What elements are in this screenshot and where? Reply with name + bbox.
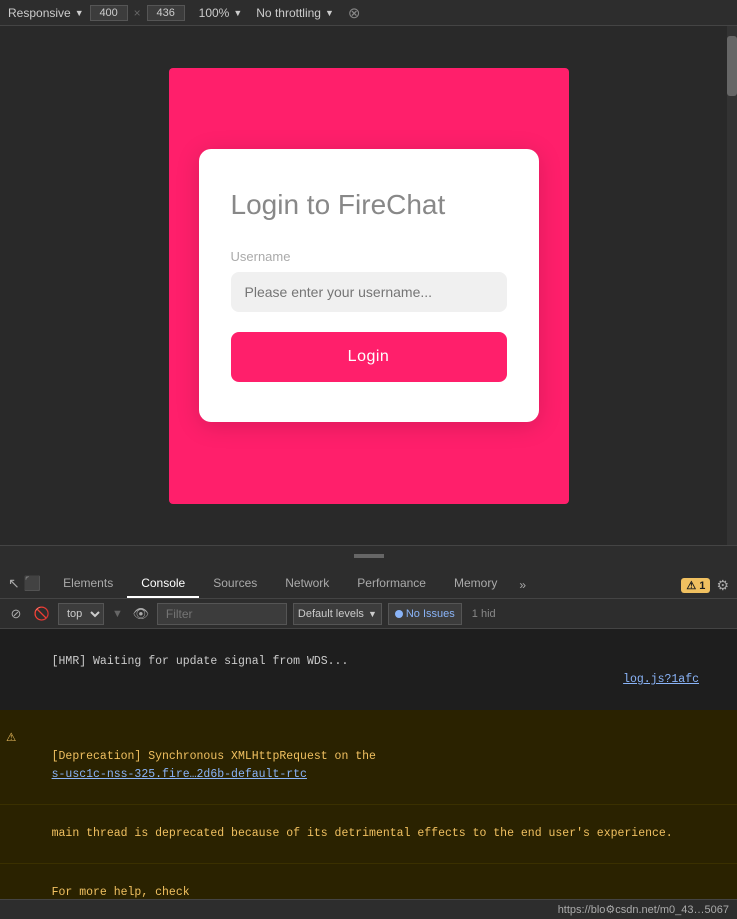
viewport-area: Login to FireChat Username Login <box>0 26 737 545</box>
cursor-icon[interactable]: ↖ <box>8 575 20 592</box>
levels-dropdown-icon: ▼ <box>368 609 377 619</box>
console-line-hmr: [HMR] Waiting for update signal from WDS… <box>0 633 737 710</box>
username-input[interactable] <box>231 272 507 312</box>
tab-more[interactable]: » <box>511 572 534 598</box>
no-issues-badge[interactable]: No Issues <box>388 603 462 625</box>
hide-count: 1 hid <box>472 608 496 620</box>
devtools-tabs: ↖ ⬛ Elements Console Sources Network Per… <box>0 565 737 599</box>
warning-triangle-icon: ⚠ <box>6 730 16 748</box>
responsive-dropdown-icon: ▼ <box>75 8 84 18</box>
login-card: Login to FireChat Username Login <box>199 149 539 422</box>
login-title: Login to FireChat <box>231 189 507 221</box>
settings-circle-icon[interactable]: ⊗ <box>348 4 361 22</box>
status-bar: https://blo⚙csdn.net/m0_43…5067 <box>0 899 737 919</box>
arrow-icon: ▼ <box>112 608 123 620</box>
warning-badge[interactable]: ⚠ 1 <box>681 578 710 593</box>
responsive-label[interactable]: Responsive ▼ <box>8 6 84 20</box>
tab-console[interactable]: Console <box>127 570 199 598</box>
tab-memory[interactable]: Memory <box>440 570 511 598</box>
dot-icon <box>395 610 403 618</box>
scrollbar-thumb[interactable] <box>727 36 737 96</box>
tab-performance[interactable]: Performance <box>343 570 440 598</box>
devtools-topbar: Responsive ▼ × 100% ▼ No throttling ▼ ⊗ <box>0 0 737 26</box>
console-line-deprecation-2: main thread is deprecated because of its… <box>0 805 737 864</box>
console-toolbar: ⊘ 🚫 top ▼ 👁 Default levels ▼ No Issues 1… <box>0 599 737 629</box>
clear-icon[interactable]: 🚫 <box>32 606 52 622</box>
zoom-control[interactable]: 100% ▼ <box>199 6 243 20</box>
gear-icon[interactable]: ⚙ <box>716 577 729 594</box>
deprecation-link[interactable]: s-usc1c-nss-325.fire…2d6b-default-rtc <box>52 768 307 781</box>
zoom-dropdown-icon: ▼ <box>233 8 242 18</box>
throttle-dropdown-icon: ▼ <box>325 8 334 18</box>
username-label: Username <box>231 249 507 264</box>
resize-dots <box>354 554 384 558</box>
height-input[interactable] <box>147 5 185 21</box>
throttle-control[interactable]: No throttling ▼ <box>256 6 334 20</box>
console-line-deprecation-1: ⚠ [Deprecation] Synchronous XMLHttpReque… <box>0 710 737 805</box>
context-selector[interactable]: top <box>58 603 104 625</box>
block-icon[interactable]: ⊘ <box>6 606 26 622</box>
hmr-link[interactable]: log.js?1afc <box>623 671 699 689</box>
viewport-scrollbar[interactable] <box>727 26 737 545</box>
filter-input[interactable] <box>157 603 287 625</box>
resize-handle-bar[interactable] <box>0 545 737 565</box>
device-icon[interactable]: ⬛ <box>24 575 41 592</box>
default-levels-control[interactable]: Default levels ▼ <box>293 603 382 625</box>
status-url: https://blo⚙csdn.net/m0_43…5067 <box>558 903 729 916</box>
tab-elements[interactable]: Elements <box>49 570 127 598</box>
tab-network[interactable]: Network <box>271 570 343 598</box>
login-button[interactable]: Login <box>231 332 507 382</box>
mobile-frame: Login to FireChat Username Login <box>169 68 569 504</box>
tab-sources[interactable]: Sources <box>199 570 271 598</box>
width-input[interactable] <box>90 5 128 21</box>
eye-icon[interactable]: 👁 <box>131 606 151 622</box>
console-output: [HMR] Waiting for update signal from WDS… <box>0 629 737 899</box>
